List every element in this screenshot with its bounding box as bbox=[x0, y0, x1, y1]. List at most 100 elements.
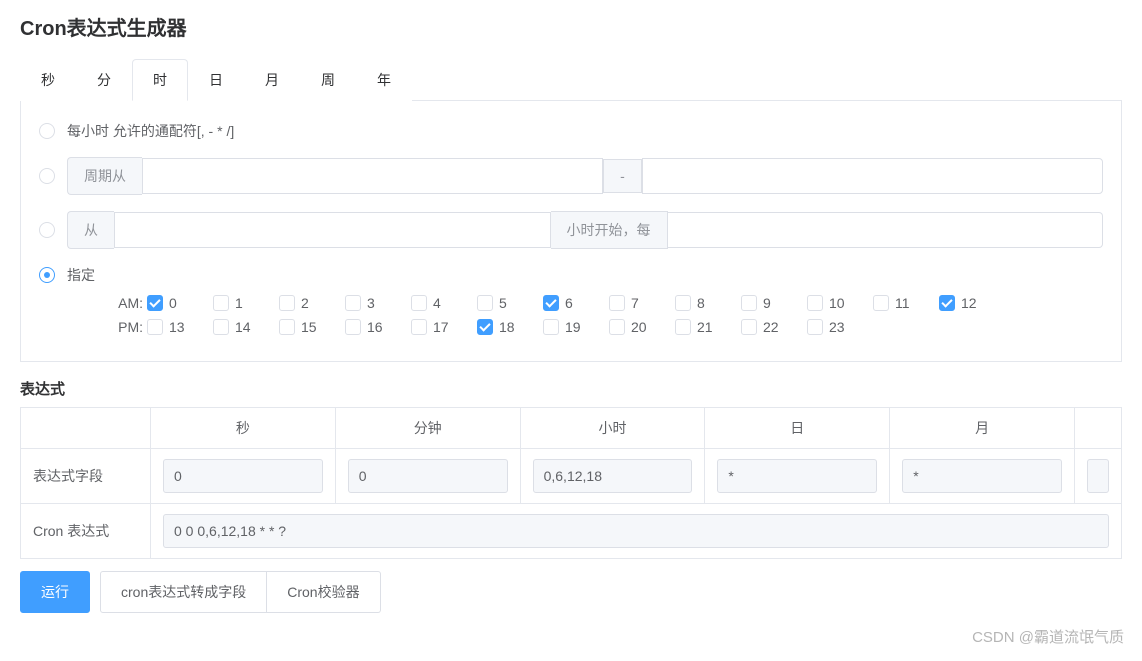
hour-4-checkbox[interactable] bbox=[411, 295, 427, 311]
hour-14-label: 14 bbox=[235, 319, 251, 335]
field-2-input[interactable] bbox=[533, 459, 693, 493]
hour-17[interactable]: 17 bbox=[411, 319, 477, 335]
hour-13[interactable]: 13 bbox=[147, 319, 213, 335]
hour-23-checkbox[interactable] bbox=[807, 319, 823, 335]
hour-3-checkbox[interactable] bbox=[345, 295, 361, 311]
hour-11-label: 11 bbox=[895, 295, 910, 311]
hour-23[interactable]: 23 bbox=[807, 319, 873, 335]
cycle-from-input[interactable] bbox=[142, 158, 603, 194]
field-5-input[interactable] bbox=[1087, 459, 1109, 493]
hour-20-checkbox[interactable] bbox=[609, 319, 625, 335]
cycle-to-input[interactable] bbox=[642, 158, 1103, 194]
field-0-input[interactable] bbox=[163, 459, 323, 493]
hour-3[interactable]: 3 bbox=[345, 295, 411, 311]
hour-20[interactable]: 20 bbox=[609, 319, 675, 335]
cycle-prefix: 周期从 bbox=[67, 157, 142, 195]
validator-button[interactable]: Cron校验器 bbox=[267, 571, 380, 613]
tab-年[interactable]: 年 bbox=[356, 59, 412, 101]
hour-2-label: 2 bbox=[301, 295, 309, 311]
hour-14[interactable]: 14 bbox=[213, 319, 279, 335]
hour-10-label: 10 bbox=[829, 295, 845, 311]
cron-row-label: Cron 表达式 bbox=[21, 504, 151, 559]
hour-18[interactable]: 18 bbox=[477, 319, 543, 335]
hour-16-checkbox[interactable] bbox=[345, 319, 361, 335]
pm-label: PM: bbox=[99, 319, 143, 335]
hour-1[interactable]: 1 bbox=[213, 295, 279, 311]
hour-21[interactable]: 21 bbox=[675, 319, 741, 335]
opt-every-hour-radio[interactable] bbox=[39, 123, 55, 139]
cron-expression-input[interactable] bbox=[163, 514, 1109, 548]
hour-2[interactable]: 2 bbox=[279, 295, 345, 311]
col-0 bbox=[21, 408, 151, 449]
from-prefix: 从 bbox=[67, 211, 114, 249]
hour-22-checkbox[interactable] bbox=[741, 319, 757, 335]
hour-7-checkbox[interactable] bbox=[609, 295, 625, 311]
expression-table: 秒分钟小时日月 表达式字段 Cron 表达式 bbox=[20, 407, 1122, 559]
hour-2-checkbox[interactable] bbox=[279, 295, 295, 311]
to-field-button[interactable]: cron表达式转成字段 bbox=[100, 571, 267, 613]
hour-8[interactable]: 8 bbox=[675, 295, 741, 311]
hour-18-label: 18 bbox=[499, 319, 515, 335]
hour-6-label: 6 bbox=[565, 295, 573, 311]
hour-15-checkbox[interactable] bbox=[279, 319, 295, 335]
hour-22[interactable]: 22 bbox=[741, 319, 807, 335]
hour-18-checkbox[interactable] bbox=[477, 319, 493, 335]
hour-15[interactable]: 15 bbox=[279, 319, 345, 335]
hour-8-checkbox[interactable] bbox=[675, 295, 691, 311]
tab-周[interactable]: 周 bbox=[300, 59, 356, 101]
col-6 bbox=[1075, 408, 1122, 449]
from-every-input[interactable] bbox=[668, 212, 1104, 248]
tab-时[interactable]: 时 bbox=[132, 59, 188, 101]
hour-1-checkbox[interactable] bbox=[213, 295, 229, 311]
tab-日[interactable]: 日 bbox=[188, 59, 244, 101]
opt-from-radio[interactable] bbox=[39, 222, 55, 238]
hour-10[interactable]: 10 bbox=[807, 295, 873, 311]
hour-21-checkbox[interactable] bbox=[675, 319, 691, 335]
hour-17-checkbox[interactable] bbox=[411, 319, 427, 335]
tab-秒[interactable]: 秒 bbox=[20, 59, 76, 101]
hour-19-checkbox[interactable] bbox=[543, 319, 559, 335]
am-label: AM: bbox=[99, 295, 143, 311]
hour-11-checkbox[interactable] bbox=[873, 295, 889, 311]
hour-12-label: 12 bbox=[961, 295, 977, 311]
hour-5[interactable]: 5 bbox=[477, 295, 543, 311]
hour-9-label: 9 bbox=[763, 295, 771, 311]
hour-12[interactable]: 12 bbox=[939, 295, 1005, 311]
hour-14-checkbox[interactable] bbox=[213, 319, 229, 335]
col-5: 月 bbox=[890, 408, 1075, 449]
opt-cycle-radio[interactable] bbox=[39, 168, 55, 184]
hour-7[interactable]: 7 bbox=[609, 295, 675, 311]
hour-23-label: 23 bbox=[829, 319, 845, 335]
hour-5-checkbox[interactable] bbox=[477, 295, 493, 311]
hour-9[interactable]: 9 bbox=[741, 295, 807, 311]
hour-0-checkbox[interactable] bbox=[147, 295, 163, 311]
field-3-input[interactable] bbox=[717, 459, 877, 493]
hour-10-checkbox[interactable] bbox=[807, 295, 823, 311]
col-4: 日 bbox=[705, 408, 890, 449]
hour-16[interactable]: 16 bbox=[345, 319, 411, 335]
field-4-input[interactable] bbox=[902, 459, 1062, 493]
run-button[interactable]: 运行 bbox=[20, 571, 90, 613]
hours-grid: AM:0123456789101112 PM:13141516171819202… bbox=[39, 295, 1103, 335]
field-1-input[interactable] bbox=[348, 459, 508, 493]
hour-1-label: 1 bbox=[235, 295, 243, 311]
hour-12-checkbox[interactable] bbox=[939, 295, 955, 311]
opt-specify-radio[interactable] bbox=[39, 267, 55, 283]
tab-分[interactable]: 分 bbox=[76, 59, 132, 101]
hour-11[interactable]: 11 bbox=[873, 295, 939, 311]
hour-0[interactable]: 0 bbox=[147, 295, 213, 311]
hour-6-checkbox[interactable] bbox=[543, 295, 559, 311]
from-start-input[interactable] bbox=[114, 212, 551, 248]
hour-9-checkbox[interactable] bbox=[741, 295, 757, 311]
hour-22-label: 22 bbox=[763, 319, 779, 335]
hour-19-label: 19 bbox=[565, 319, 581, 335]
hour-13-checkbox[interactable] bbox=[147, 319, 163, 335]
hour-16-label: 16 bbox=[367, 319, 383, 335]
hour-4[interactable]: 4 bbox=[411, 295, 477, 311]
col-3: 小时 bbox=[520, 408, 705, 449]
hour-6[interactable]: 6 bbox=[543, 295, 609, 311]
tab-月[interactable]: 月 bbox=[244, 59, 300, 101]
page-title: Cron表达式生成器 bbox=[20, 0, 1122, 51]
hour-13-label: 13 bbox=[169, 319, 185, 335]
hour-19[interactable]: 19 bbox=[543, 319, 609, 335]
